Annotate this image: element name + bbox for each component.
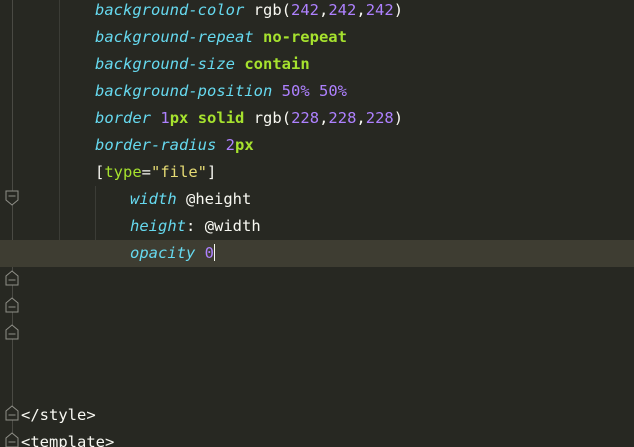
property-name: border [95,109,151,127]
number-value: 0 [204,244,215,262]
fold-start-icon[interactable] [5,432,19,447]
number-value: 228 [291,109,320,127]
fold-end-icon[interactable] [5,190,19,206]
code-line: [type="file"] [0,159,634,186]
opening-tag: <template> [21,433,115,447]
code-editor[interactable]: background-color rgb(242,242,242) backgr… [0,0,634,447]
property-name: opacity [130,244,196,262]
number-value: 2 [225,136,236,154]
closing-tag: </style> [21,406,96,424]
fold-start-icon[interactable] [5,297,19,313]
fold-start-icon[interactable] [5,270,19,286]
property-name: background-color [95,1,245,19]
unit-value: px [235,136,254,154]
property-name: background-size [95,55,235,73]
code-line: height: @width [0,213,634,240]
number-value: 242 [328,1,357,19]
property-name: height [130,217,186,235]
selector-bracket: [ [95,163,105,181]
number-value: 228 [365,109,394,127]
code-line: </style> [0,402,634,429]
fold-start-icon[interactable] [5,324,19,340]
keyword-value: contain [244,55,310,73]
fold-start-icon[interactable] [5,405,19,421]
code-line: width @height [0,186,634,213]
number-value: 242 [291,1,319,19]
code-line: <template> [0,429,634,447]
attribute-name: type [104,163,142,181]
equals-sign: = [141,163,152,181]
code-line: border-radius 2px [0,132,634,159]
text-cursor [214,244,216,261]
property-name: width [130,190,177,208]
code-line: background-size contain [0,51,634,78]
code-line: background-color rgb(242,242,242) [95,1,404,19]
colon: : [186,217,196,235]
function-name: rgb [253,1,282,19]
keyword-value: solid [197,109,245,127]
current-line[interactable]: opacity 0 [0,240,634,267]
variable-value: @width [204,217,261,235]
property-name: border-radius [95,136,217,154]
number-value: 50% [281,82,310,100]
property-name: background-repeat [95,28,254,46]
property-name: background-position [95,82,273,100]
number-value: 242 [365,1,394,19]
code-line: background-position 50% 50% [0,78,634,105]
function-name: rgb [253,109,282,127]
variable-value: @height [186,190,252,208]
selector-bracket: ] [207,163,217,181]
number-value: 50% [319,82,347,100]
code-line: background-repeat no-repeat [0,24,634,51]
number-value: 1 [160,109,170,127]
keyword-value: no-repeat [262,28,347,46]
code-line: border 1px solid rgb(228,228,228) [95,109,404,127]
number-value: 228 [328,109,357,127]
string-value: "file" [151,163,208,181]
unit-value: px [169,109,189,127]
